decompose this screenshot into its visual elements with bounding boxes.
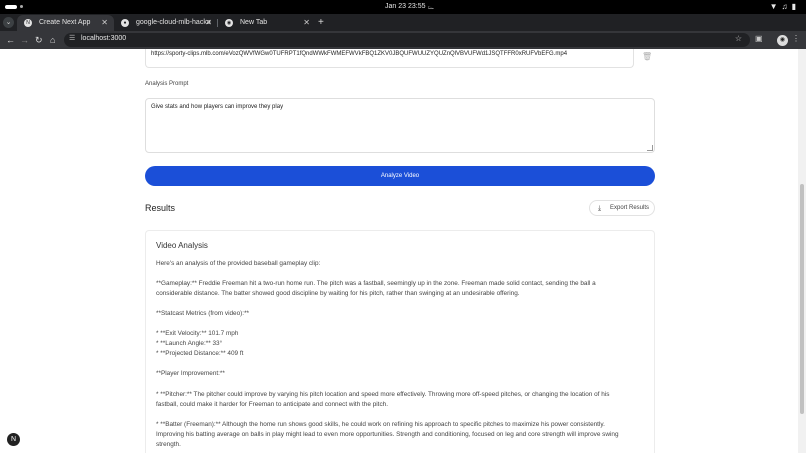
analysis-line: **Gameplay:** Freddie Freeman hit a two-… <box>156 280 596 287</box>
tab-create-next-app[interactable]: N Create Next App ✕ <box>17 15 114 31</box>
system-clock[interactable]: Jan 23 23:55 <box>385 3 425 10</box>
analysis-line: * **Pitcher:** The pitcher could improve… <box>156 391 610 398</box>
analysis-line: * **Projected Distance:** 409 ft <box>156 350 244 357</box>
analysis-line: * **Batter (Freeman):** Although the hom… <box>156 421 605 428</box>
analysis-line: **Player Improvement:** <box>156 370 225 377</box>
address-bar[interactable]: ☰ localhost:3000 ☆ <box>64 33 750 47</box>
prompt-value: Give stats and how players can improve t… <box>151 104 284 110</box>
analysis-line: * **Exit Velocity:** 101.7 mph <box>156 330 239 337</box>
tab-title: Create Next App <box>39 19 91 26</box>
browser-toolbar: ← → ↻ ⌂ ☰ localhost:3000 ☆ ▣ ⋮ <box>0 31 806 49</box>
github-favicon-icon: ● <box>121 19 129 27</box>
delete-icon[interactable]: 🗑 <box>642 52 652 61</box>
close-tab-icon[interactable]: ✕ <box>303 15 310 31</box>
nextjs-favicon-icon: N <box>24 19 32 27</box>
export-results-button[interactable]: ⤓ Export Results <box>589 200 655 216</box>
profile-avatar[interactable]: ◉ <box>777 35 788 46</box>
analysis-line: * **Launch Angle:** 33° <box>156 340 223 347</box>
results-heading: Results <box>145 203 176 213</box>
system-tray-icons[interactable]: ▼♫▮ <box>770 2 800 11</box>
analysis-line: Here's an analysis of the provided baseb… <box>156 260 321 267</box>
page-viewport: https://sporty-clips.mlb.com/eVozQWVfWGw… <box>0 49 798 453</box>
analysis-prompt-textarea[interactable]: Give stats and how players can improve t… <box>145 98 655 153</box>
download-icon: ⤓ <box>598 205 602 212</box>
analysis-line: considerable distance. The batter showed… <box>156 290 520 297</box>
extensions-icon[interactable]: ▣ <box>755 34 763 43</box>
card-title: Video Analysis <box>156 241 208 250</box>
tab-search-icon[interactable]: ⌄ <box>3 17 14 28</box>
analysis-line: Improving his batting average on balls i… <box>156 431 619 438</box>
analyze-video-button[interactable]: Analyze Video <box>145 166 655 186</box>
nextjs-devtools-icon[interactable]: N <box>7 433 20 446</box>
site-info-icon[interactable]: ☰ <box>69 34 75 42</box>
close-tab-icon[interactable]: ✕ <box>205 15 212 31</box>
analysis-line: **Statcast Metrics (from video):** <box>156 310 250 317</box>
launcher-icon[interactable] <box>5 5 17 9</box>
scrollbar-thumb[interactable] <box>800 184 804 414</box>
video-url-value: https://sporty-clips.mlb.com/eVozQWVfWGw… <box>151 51 568 57</box>
tab-title: google-cloud-mlb-hacka <box>136 19 211 26</box>
export-label: Export Results <box>610 205 650 211</box>
notification-icon[interactable]: ⌳ <box>428 2 434 12</box>
tab-strip: ⌄ N Create Next App ✕ ● google-cloud-mlb… <box>0 14 806 31</box>
bookmark-star-icon[interactable]: ☆ <box>735 34 742 43</box>
back-icon[interactable]: ← <box>6 33 15 47</box>
resize-handle[interactable] <box>647 145 653 151</box>
chrome-favicon-icon: ◉ <box>225 19 233 27</box>
tab-new-tab[interactable]: ◉ New Tab ✕ <box>218 15 316 31</box>
reload-icon[interactable]: ↻ <box>35 33 43 47</box>
analysis-line: fastball, could make it harder for Freem… <box>156 401 388 408</box>
workspace-dot-icon <box>20 5 23 8</box>
url-text[interactable]: localhost:3000 <box>81 35 126 42</box>
home-icon[interactable]: ⌂ <box>50 33 55 47</box>
prompt-label: Analysis Prompt <box>145 81 189 87</box>
new-tab-button[interactable]: + <box>318 14 324 31</box>
close-tab-icon[interactable]: ✕ <box>101 15 108 31</box>
system-bar: Jan 23 23:55 ⌳ ▼♫▮ <box>0 0 806 14</box>
menu-icon[interactable]: ⋮ <box>792 34 800 43</box>
tab-github[interactable]: ● google-cloud-mlb-hacka ✕ <box>114 15 218 31</box>
page-scrollbar[interactable] <box>798 49 806 453</box>
forward-icon[interactable]: → <box>20 33 29 47</box>
analysis-line: strength. <box>156 441 181 448</box>
video-url-input[interactable]: https://sporty-clips.mlb.com/eVozQWVfWGw… <box>145 49 634 68</box>
tab-title: New Tab <box>240 19 268 26</box>
